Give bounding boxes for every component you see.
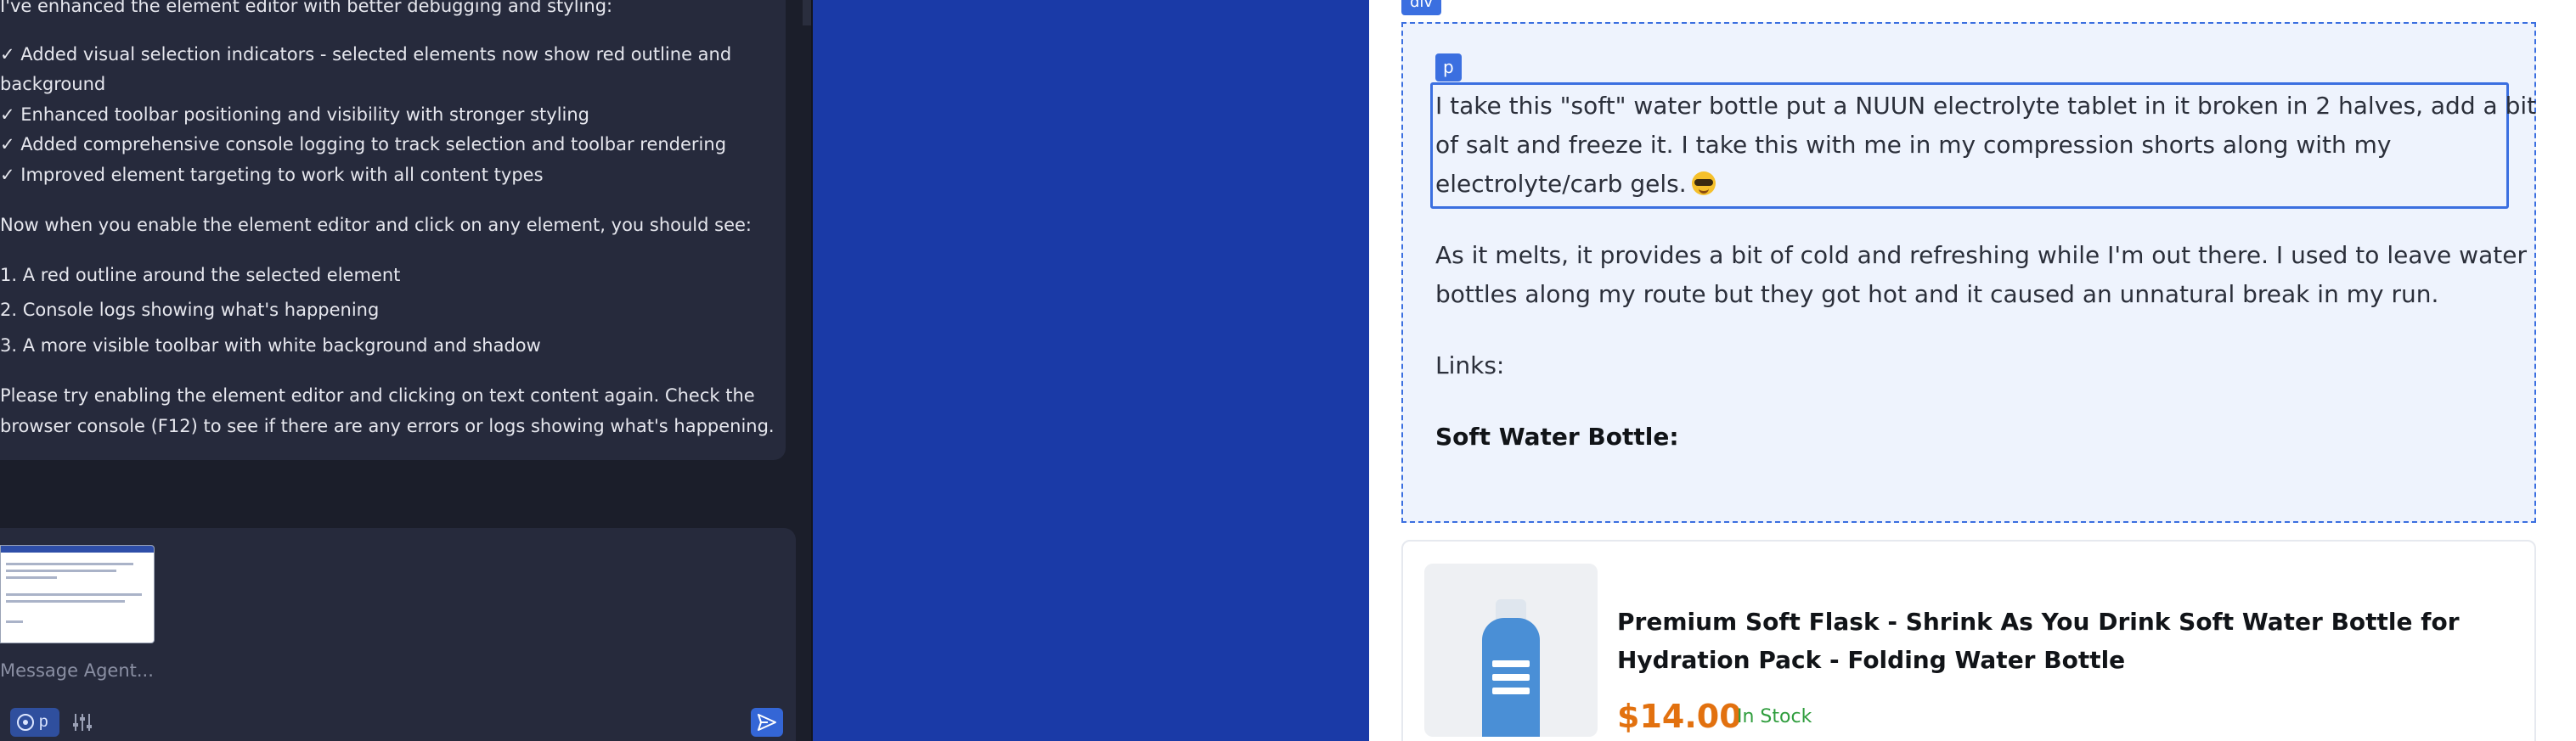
message-line: ✓ Improved element targeting to work wit…	[0, 165, 544, 185]
div-element-tag[interactable]: div	[1401, 0, 1442, 15]
thumbnail-line	[6, 563, 133, 565]
message-line: browser console (F12) to see if there ar…	[0, 416, 775, 436]
message-line: 2. Console logs showing what's happening	[0, 300, 380, 320]
thumbnail-line	[6, 570, 116, 572]
links-label[interactable]: Links:	[1435, 346, 1504, 385]
paragraph-line[interactable]: bottles along my route but they got hot …	[1435, 275, 2438, 314]
bottle-stripe	[1492, 660, 1530, 667]
thumbnail-line	[6, 600, 125, 603]
thumbnail-line	[6, 576, 57, 579]
paragraph-line[interactable]: I take this "soft" water bottle put a NU…	[1435, 87, 2536, 126]
selected-element-label: p	[39, 713, 48, 731]
product-image[interactable]	[1424, 564, 1598, 737]
assistant-message: I've enhanced the element editor with be…	[0, 0, 786, 460]
target-icon	[17, 714, 34, 731]
chat-scrollbar[interactable]	[803, 0, 811, 25]
sunglasses-emoji-icon	[1691, 171, 1716, 195]
message-line: 1. A red outline around the selected ele…	[0, 265, 401, 285]
message-line: ✓ Added comprehensive console logging to…	[0, 134, 727, 154]
paragraph-line[interactable]: As it melts, it provides a bit of cold a…	[1435, 236, 2527, 275]
product-price: $14.00	[1617, 698, 1742, 735]
water-bottle-image	[1482, 618, 1540, 737]
element-selector-chip[interactable]: p	[10, 708, 59, 737]
message-line: Now when you enable the element editor a…	[0, 215, 753, 235]
thumbnail-header-bar	[1, 546, 154, 553]
send-icon	[758, 714, 776, 731]
stock-status: In Stock	[1737, 706, 1812, 727]
message-line: 3. A more visible toolbar with white bac…	[0, 335, 541, 356]
message-line: I've enhanced the element editor with be…	[0, 0, 613, 16]
sliders-icon[interactable]	[71, 711, 93, 733]
thumbnail-line	[6, 620, 23, 623]
product-title[interactable]: Premium Soft Flask - Shrink As You Drink…	[1617, 603, 2517, 679]
bottle-stripe	[1492, 688, 1530, 694]
thumbnail-line	[6, 593, 142, 596]
message-line: ✓ Added visual selection indicators - se…	[0, 44, 732, 65]
preview-canvas-background	[813, 0, 1369, 741]
paragraph-line-text: electrolyte/carb gels.	[1435, 170, 1687, 198]
send-button[interactable]	[751, 708, 783, 737]
message-line: background	[0, 74, 106, 94]
p-element-tag[interactable]: p	[1435, 53, 1462, 81]
paragraph-line[interactable]: electrolyte/carb gels.	[1435, 165, 1716, 204]
message-line: Please try enabling the element editor a…	[0, 385, 755, 406]
message-line: ✓ Enhanced toolbar positioning and visib…	[0, 104, 590, 125]
paragraph-line[interactable]: of salt and freeze it. I take this with …	[1435, 126, 2391, 165]
message-input-placeholder[interactable]: Message Agent...	[0, 660, 154, 681]
attachment-thumbnail[interactable]	[0, 545, 155, 643]
soft-bottle-heading[interactable]: Soft Water Bottle:	[1435, 418, 1679, 457]
bottle-stripe	[1492, 674, 1530, 681]
